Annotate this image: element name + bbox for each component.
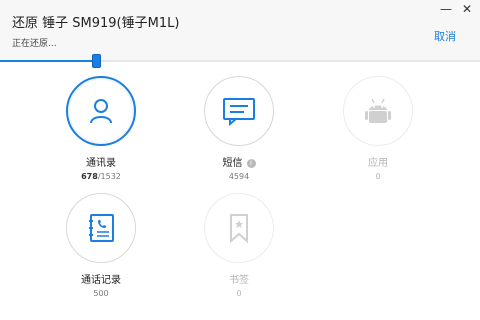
sms-circle[interactable] [204,76,274,146]
contacts-circle[interactable] [66,76,136,146]
progress-handle [92,54,101,68]
window-title: 还原 锤子 SM919(锤子M1L) [12,16,180,31]
status-text: 正在还原... [12,39,57,49]
item-sms[interactable]: 短信 i 4594 [179,76,299,181]
sms-label: 短信 i [179,154,299,169]
apps-circle [343,76,413,146]
call-log-count: 500 [93,289,109,298]
person-icon [90,99,112,124]
bookmarks-label: 书签 [229,275,249,286]
restore-window: 还原 锤子 SM919(锤子M1L) 正在还原... 取消 — ✕ 通讯录 67… [0,0,480,320]
header-bar: 还原 锤子 SM919(锤子M1L) 正在还原... 取消 — ✕ [0,0,480,62]
close-icon[interactable]: ✕ [462,2,472,16]
contacts-count: 678/1532 [81,172,121,181]
bookmarks-circle [204,193,274,263]
bookmarks-count: 0 [236,289,242,298]
progress-bar [0,60,480,62]
call-log-circle[interactable] [66,193,136,263]
item-apps: 应用 0 [318,76,438,181]
apps-label: 应用 [368,158,388,169]
item-bookmarks: 书签 0 [179,193,299,298]
info-icon[interactable]: i [246,159,256,168]
sms-count: 4594 [228,172,250,181]
bookmark-icon [230,214,248,244]
item-contacts[interactable]: 通讯录 678/1532 [41,76,161,181]
progress-fill [0,60,96,62]
minimize-icon[interactable]: — [440,2,452,16]
message-icon [223,98,255,126]
apps-count: 0 [375,172,381,181]
android-icon [365,98,391,123]
call-log-label: 通话记录 [81,275,121,286]
item-call-log[interactable]: 通话记录 500 [41,193,161,298]
contacts-label: 通讯录 [86,158,116,169]
cancel-button[interactable]: 取消 [434,28,456,44]
call-log-icon [89,214,114,242]
